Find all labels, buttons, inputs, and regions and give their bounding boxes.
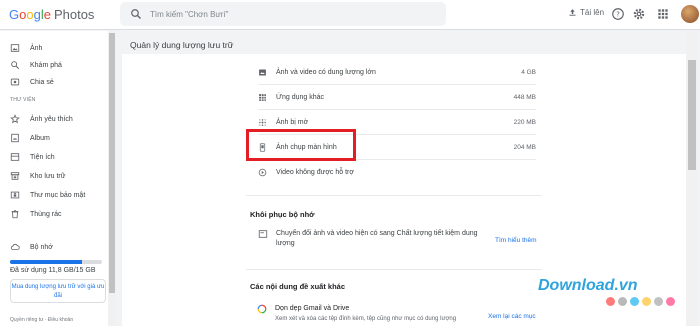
storage-progress-bar bbox=[10, 260, 102, 264]
sidebar-footer[interactable]: Quyền riêng tư · Điều khoản bbox=[10, 317, 73, 323]
sidebar-item-album[interactable]: Album bbox=[0, 130, 109, 146]
screenshot-highlight-box bbox=[246, 129, 356, 161]
sidebar-item-locked-folder[interactable]: Thư mục bảo mật bbox=[0, 187, 109, 203]
list-item-large-media[interactable]: Ảnh và video có dung lượng lớn 4 GB bbox=[258, 64, 536, 80]
sidebar-item-storage[interactable]: Bộ nhớ bbox=[0, 239, 109, 255]
svg-text:?: ? bbox=[616, 11, 620, 19]
top-bar: GooglePhotos Tải lên ? bbox=[0, 0, 700, 30]
share-icon bbox=[10, 78, 20, 86]
search-bar[interactable] bbox=[120, 2, 446, 26]
trash-icon bbox=[11, 210, 19, 219]
upload-icon bbox=[569, 9, 576, 16]
watermark: Download.vn bbox=[538, 277, 638, 294]
search-input[interactable] bbox=[150, 9, 430, 19]
sidebar-item-photos[interactable]: Ảnh bbox=[0, 40, 109, 56]
dot bbox=[618, 297, 627, 306]
help-icon[interactable]: ? bbox=[611, 7, 625, 21]
storage-progress-fill bbox=[10, 260, 83, 264]
dot bbox=[666, 297, 675, 306]
buy-storage-button[interactable]: Mua dung lượng lưu trữ với giá ưu đãi bbox=[10, 279, 106, 303]
learn-more-link[interactable]: Tìm hiểu thêm bbox=[495, 237, 537, 244]
dot bbox=[606, 297, 615, 306]
sidebar-item-sharing[interactable]: Chia sẻ bbox=[0, 74, 109, 90]
list-item-unsupported-videos[interactable]: Video không được hỗ trợ bbox=[258, 164, 536, 180]
gear-icon[interactable] bbox=[632, 7, 646, 21]
avatar[interactable] bbox=[681, 5, 699, 23]
cloud-icon bbox=[10, 243, 20, 250]
library-heading: THƯ VIỆN bbox=[10, 97, 36, 103]
suggest-title: Dọn dẹp Gmail và Drive bbox=[275, 305, 350, 312]
suggest-subtitle: Xem xét và xóa các tệp đính kèm, tệp cũn… bbox=[275, 316, 457, 322]
review-items-link[interactable]: Xem lại các mục bbox=[488, 313, 536, 320]
divider bbox=[246, 195, 542, 196]
sidebar-item-archive[interactable]: Kho lưu trữ bbox=[0, 168, 109, 184]
main-scrollbar-thumb[interactable] bbox=[688, 60, 696, 170]
divider bbox=[246, 269, 542, 270]
divider bbox=[258, 84, 536, 85]
photo-icon bbox=[10, 44, 20, 52]
video-icon bbox=[258, 168, 267, 176]
watermark-dots bbox=[606, 297, 675, 306]
blurry-icon bbox=[259, 118, 266, 126]
dot bbox=[630, 297, 639, 306]
star-icon bbox=[10, 114, 20, 124]
sidebar-item-explore[interactable]: Khám phá bbox=[0, 57, 109, 73]
storage-saver-icon bbox=[258, 230, 268, 238]
page-title: Quản lý dung lượng lưu trữ bbox=[130, 40, 234, 50]
sidebar-item-trash[interactable]: Thùng rác bbox=[0, 206, 109, 222]
storage-used-text: Đã sử dụng 11,8 GB/15 GB bbox=[10, 267, 96, 274]
dot bbox=[654, 297, 663, 306]
upload-button[interactable]: Tải lên bbox=[568, 8, 604, 17]
apps-grid-icon[interactable] bbox=[656, 7, 670, 21]
sidebar-scrollbar-thumb[interactable] bbox=[109, 33, 115, 293]
apps-icon bbox=[259, 93, 266, 101]
search-icon bbox=[131, 9, 141, 19]
restore-heading: Khôi phục bộ nhớ bbox=[250, 210, 315, 219]
archive-icon bbox=[10, 172, 20, 180]
divider bbox=[258, 109, 536, 110]
google-one-icon bbox=[257, 304, 267, 314]
utilities-icon bbox=[10, 153, 20, 161]
album-icon bbox=[11, 133, 19, 143]
list-item-other-apps[interactable]: Ứng dụng khác 448 MB bbox=[258, 89, 536, 105]
lock-icon bbox=[10, 191, 20, 199]
search-icon bbox=[11, 61, 20, 70]
suggest-heading: Các nội dung đề xuất khác bbox=[250, 282, 346, 291]
sidebar-item-favorites[interactable]: Ảnh yêu thích bbox=[0, 111, 109, 127]
sidebar-item-utilities[interactable]: Tiện ích bbox=[0, 149, 109, 165]
list-item-blurry[interactable]: Ảnh bị mờ 220 MB bbox=[258, 114, 536, 130]
google-photos-logo[interactable]: Google Photos bbox=[9, 7, 94, 22]
large-media-icon bbox=[259, 69, 266, 75]
dot bbox=[642, 297, 651, 306]
